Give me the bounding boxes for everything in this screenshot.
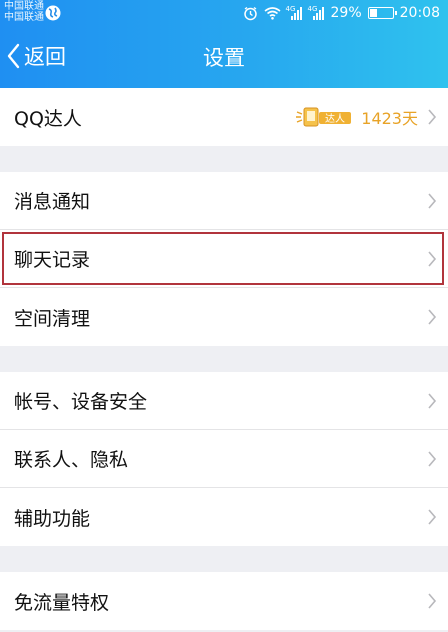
status-icons: 4G 4G 29% 20:08 [243,2,440,24]
chevron-right-icon [428,193,437,209]
status-bar: 中国联通 中国联通 4G 4G 29% 20:08 [0,0,448,26]
row-label: 联系人、隐私 [14,449,129,471]
section-gap [0,346,448,372]
group-data: 免流量特权 [0,572,448,630]
row-label: 空间清理 [14,307,91,330]
carrier-line-1: 中国联通 [4,1,44,12]
page-title: 设置 [203,46,245,70]
settings-list: QQ达人 达人 1423天 消息通知 聊天记录 空间清理 帐号、设备安全 联系人… [0,88,448,630]
row-message-notifications[interactable]: 消息通知 [0,172,448,230]
chevron-right-icon [428,393,437,409]
qq-daren-days: 1423天 [361,109,418,128]
globe-icon [45,5,61,21]
row-accessibility[interactable]: 辅助功能 [0,488,448,546]
alarm-icon [243,6,257,20]
chevron-right-icon [428,509,437,525]
signal-1: 4G [285,4,303,20]
chevron-right-icon [428,251,437,267]
group-messages: 消息通知 聊天记录 空间清理 [0,172,448,346]
carrier-info: 中国联通 中国联通 [4,1,44,23]
top-bar: 中国联通 中国联通 4G 4G 29% 20:08 返回 设置 [0,0,448,88]
wifi-icon [264,7,281,20]
section-gap [0,546,448,572]
row-label: 消息通知 [14,191,91,213]
badge-text: 达人 [325,113,345,125]
chevron-right-icon [428,109,437,125]
row-chat-history[interactable]: 聊天记录 [0,230,448,288]
signal-2: 4G [307,4,325,20]
group-security: 帐号、设备安全 联系人、隐私 辅助功能 [0,372,448,546]
row-free-data-privilege[interactable]: 免流量特权 [0,572,448,630]
nav-header: 返回 设置 [0,26,448,88]
battery-percent: 29% [330,5,362,21]
row-label: 聊天记录 [14,249,91,271]
battery-icon [367,7,397,19]
row-storage-cleanup[interactable]: 空间清理 [0,288,448,346]
row-label: QQ达人 [14,107,82,130]
chevron-right-icon [428,593,437,609]
network-type-1: 4G [285,4,296,13]
row-label: 帐号、设备安全 [14,391,148,413]
group-qq-daren: QQ达人 达人 1423天 [0,88,448,146]
chevron-right-icon [428,451,437,467]
qq-daren-status: 达人 1423天 [295,88,418,146]
row-label: 免流量特权 [14,591,110,614]
carrier-line-2: 中国联通 [4,12,44,23]
row-label: 辅助功能 [14,507,91,530]
row-account-device-security[interactable]: 帐号、设备安全 [0,372,448,430]
row-qq-daren[interactable]: QQ达人 达人 1423天 [0,88,448,146]
chevron-right-icon [428,309,437,325]
clock: 20:08 [399,5,440,21]
row-contacts-privacy[interactable]: 联系人、隐私 [0,430,448,488]
qq-daren-badge-icon: 达人 [296,107,352,127]
network-type-2: 4G [307,4,318,13]
settings-screen: 中国联通 中国联通 4G 4G 29% 20:08 返回 设置 QQ达人 达人 … [0,0,448,632]
section-gap [0,146,448,172]
